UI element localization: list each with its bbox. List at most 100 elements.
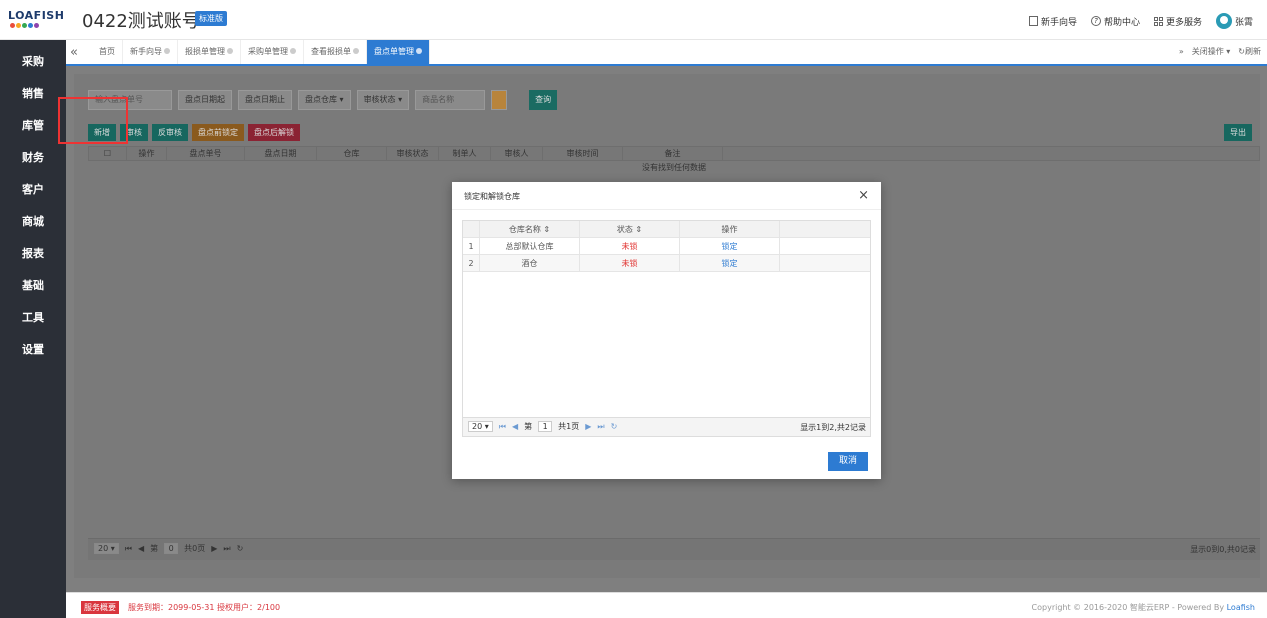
tab-loss-report[interactable]: 报损单管理 (178, 40, 241, 64)
select-all-checkbox[interactable]: ☐ (89, 147, 127, 160)
close-icon[interactable]: × (858, 188, 869, 203)
reload-icon[interactable]: ↻ (237, 544, 244, 553)
warehouse-grid: 仓库名称 ⇕ 状态 ⇕ 操作 1 总部默认仓库 未锁 锁定 2 酒仓 未锁 锁定… (462, 220, 871, 437)
close-icon[interactable] (164, 48, 170, 54)
tab-home[interactable]: 首页 (92, 40, 123, 64)
last-page-icon[interactable]: ⏭ (597, 422, 604, 432)
col-auditor[interactable]: 审核人 (491, 147, 543, 160)
top-bar: LOAFISH 0422测试账号 标准版 新手向导 ? 帮助中心 更多服务 张霄 (0, 0, 1267, 40)
logo-dots-icon (8, 23, 56, 28)
dialog-pager: 20 ▾ ⏮ ◀ 第 1 共1页 ▶ ⏭ ↻ 显示1到2,共2记录 (463, 417, 870, 436)
service-badge[interactable]: 服务概要 (81, 601, 119, 614)
page-prefix: 第 (524, 422, 533, 431)
sidebar-item-basics[interactable]: 基础 (0, 270, 66, 302)
row-index: 2 (463, 255, 480, 271)
lock-before-button[interactable]: 盘点前锁定 (192, 124, 244, 141)
logo[interactable]: LOAFISH (8, 9, 64, 33)
col-warehouse-name[interactable]: 仓库名称 ⇕ (480, 221, 580, 237)
tab-purchase[interactable]: 采购单管理 (241, 40, 304, 64)
col-remark[interactable]: 备注 (623, 147, 723, 160)
page-size-select[interactable]: 20 ▾ (468, 421, 493, 432)
sidebar-item-reports[interactable]: 报表 (0, 238, 66, 270)
edition-badge: 标准版 (195, 11, 227, 26)
query-button[interactable]: 查询 (529, 90, 558, 110)
dialog-title: 锁定和解锁仓库 (464, 192, 520, 201)
guide-icon (1028, 16, 1038, 26)
col-date[interactable]: 盘点日期 (245, 147, 317, 160)
refresh-button[interactable]: ↻刷新 (1238, 40, 1261, 64)
sidebar-item-finance[interactable]: 财务 (0, 142, 66, 174)
col-audit-time[interactable]: 审核时间 (543, 147, 623, 160)
tabs-scroll-right-icon[interactable]: » (1179, 40, 1184, 64)
grid-header: ☐ 操作 盘点单号 盘点日期 仓库 审核状态 制单人 审核人 审核时间 备注 (88, 146, 1260, 161)
footer: 服务概要 服务到期：2099-05-31 授权用户：2/100 Copyrigh… (66, 592, 1267, 618)
nav-help[interactable]: ? 帮助中心 (1090, 13, 1140, 29)
nav-guide[interactable]: 新手向导 (1028, 13, 1077, 29)
grid-empty-text: 没有找到任何数据 (642, 163, 706, 172)
audit-status-select[interactable]: 审核状态 ▾ (356, 90, 410, 110)
tab-label: 首页 (99, 47, 115, 56)
prev-page-icon[interactable]: ◀ (138, 544, 144, 553)
dialog-header: 锁定和解锁仓库 × (452, 182, 881, 210)
col-index (463, 221, 480, 237)
next-page-icon[interactable]: ▶ (585, 422, 591, 431)
col-operation[interactable]: 操作 (127, 147, 167, 160)
next-page-icon[interactable]: ▶ (211, 544, 217, 553)
first-page-icon[interactable]: ⏮ (125, 544, 132, 554)
close-operations-dropdown[interactable]: 关闭操作 ▾ (1192, 40, 1231, 64)
tab-stocktake[interactable]: 盘点单管理 (367, 40, 430, 64)
col-order-no[interactable]: 盘点单号 (167, 147, 245, 160)
page-input[interactable]: 0 (164, 543, 179, 554)
date-start-input[interactable]: 盘点日期起 (178, 90, 232, 110)
unlock-after-button[interactable]: 盘点后解锁 (248, 124, 300, 141)
sidebar-item-purchase[interactable]: 采购 (0, 46, 66, 78)
page-size-select[interactable]: 20 ▾ (94, 543, 119, 554)
sidebar-item-settings[interactable]: 设置 (0, 334, 66, 366)
lock-link[interactable]: 锁定 (680, 255, 780, 271)
warehouse-label: 盘点仓库 (305, 95, 337, 104)
refresh-icon: ↻ (1238, 47, 1245, 56)
nav-user[interactable]: 张霄 (1215, 13, 1253, 29)
col-audit-status[interactable]: 审核状态 (387, 147, 439, 160)
close-icon[interactable] (416, 48, 422, 54)
close-icon[interactable] (227, 48, 233, 54)
help-icon: ? (1090, 16, 1101, 26)
sidebar-item-tools[interactable]: 工具 (0, 302, 66, 334)
table-row[interactable]: 2 酒仓 未锁 锁定 (463, 255, 870, 272)
col-operation: 操作 (680, 221, 780, 237)
col-warehouse[interactable]: 仓库 (317, 147, 387, 160)
lock-link[interactable]: 锁定 (680, 238, 780, 254)
tab-label: 报损单管理 (185, 47, 225, 56)
close-icon[interactable] (290, 48, 296, 54)
pager-info: 显示0到0,共0记录 (1190, 545, 1256, 554)
product-name-input[interactable]: 商品名称 (415, 90, 486, 110)
prev-page-icon[interactable]: ◀ (512, 422, 518, 431)
table-row[interactable]: 1 总部默认仓库 未锁 锁定 (463, 238, 870, 255)
date-end-input[interactable]: 盘点日期止 (238, 90, 292, 110)
brand-link[interactable]: Loafish (1227, 603, 1255, 612)
warehouse-select[interactable]: 盘点仓库 ▾ (298, 90, 351, 110)
col-creator[interactable]: 制单人 (439, 147, 491, 160)
page-input[interactable]: 1 (538, 421, 553, 432)
pager-info: 显示1到2,共2记录 (800, 423, 866, 432)
tabs-scroll-left-icon[interactable]: « (70, 45, 78, 60)
sidebar-item-sales[interactable]: 销售 (0, 78, 66, 110)
reload-icon[interactable]: ↻ (611, 422, 618, 431)
col-status[interactable]: 状态 ⇕ (580, 221, 680, 237)
col-label: 仓库名称 (508, 225, 541, 234)
export-button[interactable]: 导出 (1224, 124, 1252, 141)
sidebar-item-customers[interactable]: 客户 (0, 174, 66, 206)
first-page-icon[interactable]: ⏮ (499, 422, 506, 432)
cancel-button[interactable]: 取消 (827, 452, 868, 471)
sidebar-item-inventory[interactable]: 库管 (0, 110, 66, 142)
lock-status: 未锁 (580, 255, 680, 271)
sidebar-item-mall[interactable]: 商城 (0, 206, 66, 238)
unaudit-button[interactable]: 反审核 (152, 124, 188, 141)
product-picker-button[interactable] (491, 90, 508, 110)
close-icon[interactable] (353, 48, 359, 54)
last-page-icon[interactable]: ⏭ (223, 544, 230, 554)
nav-more-services[interactable]: 更多服务 (1153, 13, 1202, 29)
tab-guide[interactable]: 新手向导 (123, 40, 178, 64)
page-total: 共1页 (558, 422, 580, 431)
tab-view-loss[interactable]: 查看报损单 (304, 40, 367, 64)
